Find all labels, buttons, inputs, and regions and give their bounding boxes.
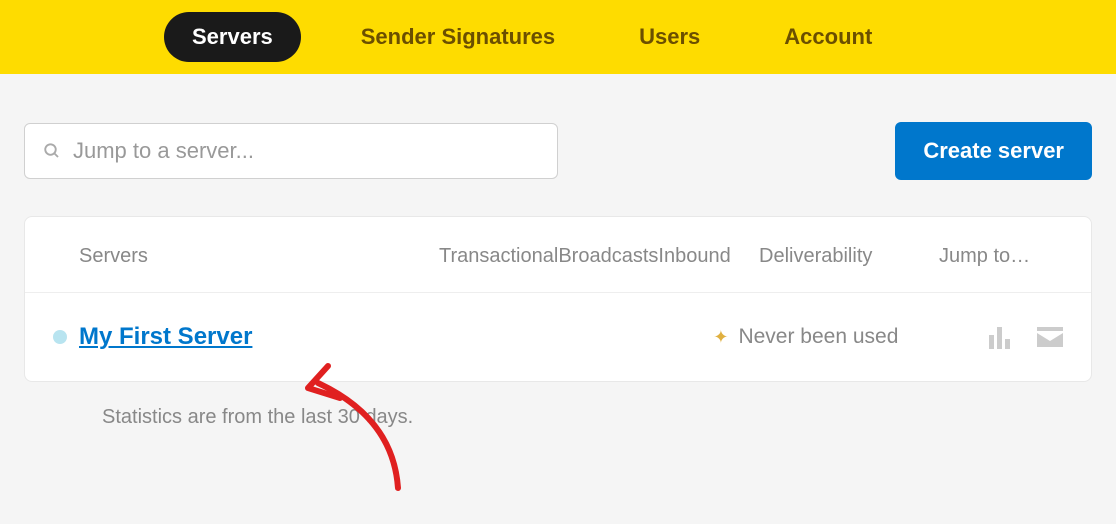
envelope-icon[interactable] — [1037, 327, 1063, 347]
column-header-transactional: Transactional — [439, 245, 558, 268]
tab-servers[interactable]: Servers — [164, 12, 301, 62]
column-header-inbound: Inbound — [658, 245, 730, 268]
sparkle-icon: ✦ — [713, 327, 728, 348]
status-dot — [53, 330, 67, 344]
tab-users[interactable]: Users — [615, 14, 724, 60]
toolbar: Create server — [0, 74, 1116, 216]
server-name-link[interactable]: My First Server — [79, 323, 252, 351]
column-header-jump: Jump to… — [939, 245, 1030, 268]
deliverability-text: Never been used — [738, 325, 898, 349]
table-header: Servers Transactional Broadcasts Inbound… — [25, 217, 1091, 293]
create-server-button[interactable]: Create server — [895, 122, 1092, 180]
footnote: Statistics are from the last 30 days. — [0, 382, 1116, 429]
search-input[interactable] — [73, 138, 539, 164]
table-row: My First Server ✦ Never been used — [25, 293, 1091, 381]
tab-account[interactable]: Account — [760, 14, 896, 60]
server-panel: Servers Transactional Broadcasts Inbound… — [24, 216, 1092, 382]
bar-chart-icon[interactable] — [987, 325, 1013, 349]
column-header-broadcasts: Broadcasts — [558, 245, 658, 268]
nav-bar: Servers Sender Signatures Users Account — [0, 0, 1116, 74]
search-box[interactable] — [24, 123, 558, 179]
column-header-servers: Servers — [79, 245, 439, 268]
tab-sender-signatures[interactable]: Sender Signatures — [337, 14, 579, 60]
column-header-deliverability: Deliverability — [759, 245, 939, 268]
search-icon — [43, 142, 61, 160]
